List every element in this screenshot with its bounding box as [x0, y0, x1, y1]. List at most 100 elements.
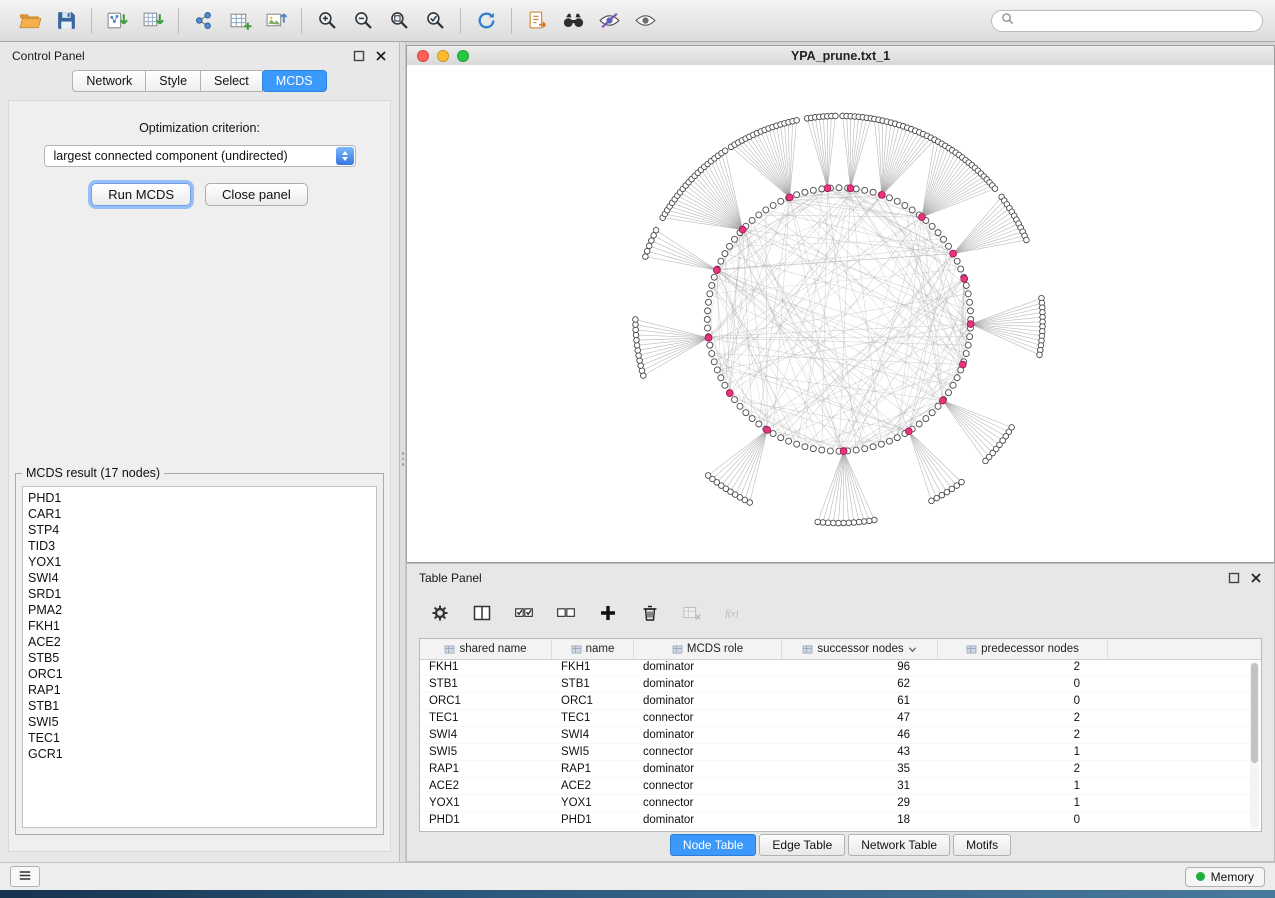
close-panel-button[interactable]: Close panel [205, 183, 308, 206]
tab-mcds[interactable]: MCDS [262, 70, 327, 92]
table-row[interactable]: ORC1ORC1dominator610 [420, 693, 1261, 710]
menu-list-icon [18, 868, 32, 886]
criterion-select[interactable]: largest connected component (undirected) [44, 145, 356, 167]
zoom-fit-icon[interactable] [381, 6, 417, 36]
tab-network-table[interactable]: Network Table [848, 834, 950, 856]
tab-node-table[interactable]: Node Table [670, 834, 757, 856]
tab-motifs[interactable]: Motifs [953, 834, 1011, 856]
column-header-shared-name[interactable]: shared name [420, 639, 552, 659]
tab-style[interactable]: Style [145, 70, 201, 92]
toolbar-separator [178, 8, 179, 34]
mcds-result-item[interactable]: YOX1 [23, 554, 376, 570]
mcds-result-item[interactable]: TID3 [23, 538, 376, 554]
run-mcds-button[interactable]: Run MCDS [91, 183, 191, 206]
network-window-title: YPA_prune.txt_1 [791, 49, 890, 63]
add-column-icon[interactable] [595, 600, 621, 626]
table-row[interactable]: TEC1TEC1connector472 [420, 710, 1261, 727]
search-input[interactable] [1019, 13, 1253, 29]
mcds-result-item[interactable]: FKH1 [23, 618, 376, 634]
table-row[interactable]: ACE2ACE2connector311 [420, 778, 1261, 795]
zoom-selected-icon[interactable] [417, 6, 453, 36]
mcds-result-item[interactable]: ORC1 [23, 666, 376, 682]
column-header-name[interactable]: name [552, 639, 634, 659]
mcds-result-item[interactable]: STB1 [23, 698, 376, 714]
mcds-result-item[interactable]: STP4 [23, 522, 376, 538]
node-table: shared namenameMCDS rolesuccessor nodesp… [419, 638, 1262, 832]
delete-column-icon[interactable] [637, 600, 663, 626]
mcds-result-item[interactable]: SRD1 [23, 586, 376, 602]
window-maximize-icon[interactable] [457, 50, 469, 62]
settings-gear-icon[interactable] [427, 600, 453, 626]
new-network-icon[interactable] [186, 6, 222, 36]
table-grid-icon [966, 645, 977, 654]
status-menu-button[interactable] [10, 866, 40, 887]
table-row[interactable]: RAP1RAP1dominator352 [420, 761, 1261, 778]
table-cell: dominator [634, 661, 782, 673]
open-session-icon[interactable] [12, 6, 48, 36]
table-scrollbar[interactable] [1250, 661, 1259, 828]
network-window-titlebar: YPA_prune.txt_1 [407, 46, 1274, 66]
window-close-icon[interactable] [417, 50, 429, 62]
import-network-icon[interactable] [99, 6, 135, 36]
table-cell: 62 [782, 678, 938, 690]
mcds-result-item[interactable]: TEC1 [23, 730, 376, 746]
float-icon[interactable] [1228, 572, 1240, 584]
scrollbar-thumb[interactable] [1251, 663, 1258, 763]
mcds-result-item[interactable]: SWI4 [23, 570, 376, 586]
mcds-result-item[interactable]: PHD1 [23, 490, 376, 506]
table-cell: 0 [938, 695, 1108, 707]
column-layout-icon[interactable] [469, 600, 495, 626]
table-row[interactable]: YOX1YOX1connector291 [420, 795, 1261, 812]
search-network-icon[interactable] [555, 6, 591, 36]
table-cell: RAP1 [420, 763, 552, 775]
mcds-result-item[interactable]: SWI5 [23, 714, 376, 730]
memory-button[interactable]: Memory [1185, 867, 1265, 887]
mcds-result-item[interactable]: CAR1 [23, 506, 376, 522]
tab-edge-table[interactable]: Edge Table [759, 834, 845, 856]
table-row[interactable]: FKH1FKH1dominator962 [420, 659, 1261, 676]
column-header-predecessor-nodes[interactable]: predecessor nodes [938, 639, 1108, 659]
save-session-icon[interactable] [48, 6, 84, 36]
mcds-result-item[interactable]: PMA2 [23, 602, 376, 618]
table-cell: 46 [782, 729, 938, 741]
memory-label: Memory [1211, 870, 1254, 884]
table-cell: STB1 [552, 678, 634, 690]
table-row[interactable]: PHD1PHD1dominator180 [420, 812, 1261, 829]
hide-selected-icon[interactable] [591, 6, 627, 36]
network-canvas[interactable] [407, 65, 1274, 562]
deselect-all-icon[interactable] [553, 600, 579, 626]
select-all-icon[interactable] [511, 600, 537, 626]
network-graph[interactable] [407, 65, 1274, 562]
table-row[interactable]: STB1STB1dominator620 [420, 676, 1261, 693]
mcds-result-item[interactable]: RAP1 [23, 682, 376, 698]
close-icon[interactable] [375, 50, 387, 62]
column-header-mcds-role[interactable]: MCDS role [634, 639, 782, 659]
tab-select[interactable]: Select [200, 70, 263, 92]
column-header-successor-nodes[interactable]: successor nodes [782, 639, 938, 659]
mcds-result-item[interactable]: ACE2 [23, 634, 376, 650]
mcds-result-item[interactable]: STB5 [23, 650, 376, 666]
table-row[interactable]: SWI5SWI5connector431 [420, 744, 1261, 761]
chevron-down-icon [908, 646, 917, 653]
memory-status-dot-icon [1196, 872, 1205, 881]
table-cell: dominator [634, 695, 782, 707]
share-document-icon[interactable] [519, 6, 555, 36]
new-table-icon[interactable] [222, 6, 258, 36]
status-bar: Memory [0, 862, 1275, 890]
table-cell: 0 [938, 814, 1108, 826]
toolbar-separator [460, 8, 461, 34]
table-row[interactable]: SWI4SWI4dominator462 [420, 727, 1261, 744]
import-table-icon[interactable] [135, 6, 171, 36]
mcds-result-item[interactable]: GCR1 [23, 746, 376, 762]
window-minimize-icon[interactable] [437, 50, 449, 62]
close-icon[interactable] [1250, 572, 1262, 584]
table-cell: ORC1 [552, 695, 634, 707]
export-image-icon[interactable] [258, 6, 294, 36]
zoom-out-icon[interactable] [345, 6, 381, 36]
tab-network[interactable]: Network [72, 70, 146, 92]
show-all-icon[interactable] [627, 6, 663, 36]
refresh-icon[interactable] [468, 6, 504, 36]
table-cell: RAP1 [552, 763, 634, 775]
float-icon[interactable] [353, 50, 365, 62]
zoom-in-icon[interactable] [309, 6, 345, 36]
